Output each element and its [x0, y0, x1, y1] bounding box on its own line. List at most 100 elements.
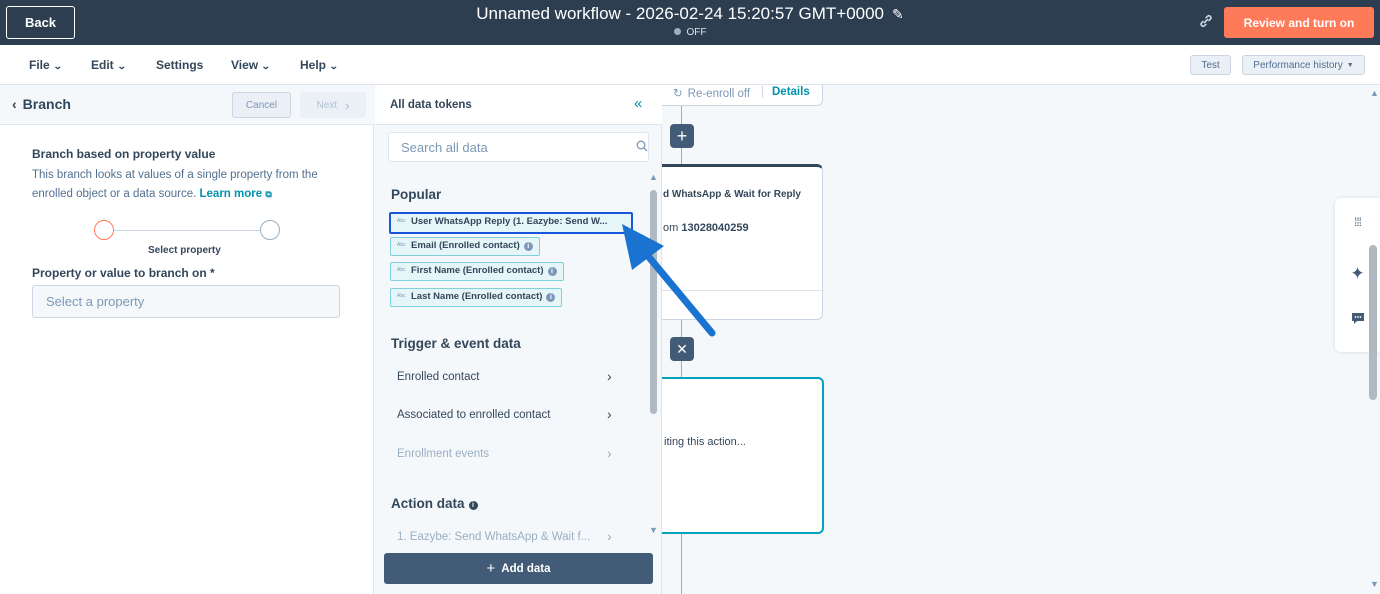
menu-edit[interactable]: Edit ⌄	[91, 58, 127, 72]
step-indicator-inactive	[260, 220, 280, 240]
token-last-name[interactable]: Abc Last Name (Enrolled contact) i	[390, 288, 563, 307]
trigger-item-label: Associated to enrolled contact	[397, 409, 551, 421]
info-icon: i	[523, 242, 533, 251]
cancel-button[interactable]: Cancel	[232, 92, 291, 118]
workflow-title[interactable]: Unnamed workflow - 2026-02-24 15:20:57 G…	[0, 4, 1380, 24]
chevron-down-icon: ⌄	[116, 61, 127, 71]
trigger-heading: Trigger & event data	[391, 336, 521, 351]
scroll-down-icon[interactable]: ▼	[649, 525, 658, 535]
scroll-down-icon[interactable]: ▼	[1370, 579, 1379, 589]
search-placeholder: Search all data	[401, 140, 488, 155]
canvas-scrollbar[interactable]: ▲ ▼	[1367, 85, 1380, 594]
canvas-scroll-thumb[interactable]	[1369, 245, 1377, 400]
action-item[interactable]: 1. Eazybe: Send WhatsApp & Wait f...	[397, 531, 617, 543]
menu-bar: File ⌄ Edit ⌄ Settings View ⌄ Help ⌄ Test Pe…	[0, 45, 1380, 85]
property-select-placeholder: Select a property	[46, 294, 145, 309]
add-data-label: Add data	[501, 562, 551, 575]
add-data-button[interactable]: + Add data	[384, 553, 653, 584]
tokens-scrollbar[interactable]: ▲ ▼	[649, 172, 658, 538]
chevron-down-icon: ⌄	[261, 61, 271, 71]
collapse-icon[interactable]: «	[634, 95, 642, 112]
branch-back-link[interactable]: ‹ Branch	[12, 96, 71, 112]
chevron-right-icon: ›	[607, 445, 612, 461]
refresh-icon: ↻	[673, 88, 683, 100]
text-type-icon: Abc	[397, 242, 406, 248]
learn-more-label: Learn more	[199, 188, 263, 200]
caret-down-icon: ▼	[1346, 61, 1354, 69]
step-indicator-active	[94, 220, 114, 240]
external-link-icon: ⧉	[265, 189, 272, 199]
token-user-whatsapp-reply[interactable]: Abc User WhatsApp Reply (1. Eazybe: Send …	[389, 212, 633, 234]
token-label: Last Name (Enrolled contact)	[411, 291, 543, 302]
test-button[interactable]: Test	[1190, 55, 1231, 75]
trigger-item-label: Enrollment events	[397, 448, 490, 460]
property-select[interactable]: Select a property	[32, 285, 340, 318]
token-first-name[interactable]: Abc First Name (Enrolled contact) i	[390, 262, 564, 281]
new-action-node[interactable]: iting this action...	[662, 377, 824, 534]
info-icon: i	[468, 501, 478, 510]
add-action-button[interactable]: +	[670, 124, 694, 148]
branch-title: Branch	[22, 96, 71, 112]
search-input[interactable]: Search all data	[388, 132, 649, 162]
learn-more-link[interactable]: Learn more ⧉	[200, 188, 272, 200]
step-connector	[112, 230, 262, 231]
menu-edit-label: Edit	[91, 58, 114, 72]
workflow-canvas[interactable]: ↻ Re-enroll off | Details + d WhatsApp & W…	[662, 85, 1380, 594]
text-type-icon: Abc	[397, 293, 406, 299]
section-description: This branch looks at values of a single …	[32, 166, 352, 204]
section-description-text: This branch looks at values of a single …	[32, 169, 318, 200]
performance-history-button[interactable]: Performance history ▼	[1242, 55, 1365, 75]
link-icon[interactable]	[1198, 13, 1216, 31]
trigger-item-enrolled-contact[interactable]: Enrolled contact	[397, 371, 617, 383]
info-icon: i	[547, 267, 557, 276]
trigger-item-associated[interactable]: Associated to enrolled contact	[397, 409, 617, 421]
menu-help[interactable]: Help ⌄	[300, 58, 339, 72]
token-email[interactable]: Abc Email (Enrolled contact) i	[390, 237, 540, 256]
whatsapp-action-node[interactable]: d WhatsApp & Wait for Reply om 130280402…	[662, 164, 824, 320]
wa-node-from: om 13028040259	[663, 222, 749, 234]
tokens-scroll-thumb[interactable]	[650, 190, 657, 414]
data-tokens-panel: All data tokens « Search all data Popula…	[375, 85, 662, 594]
text-type-icon: Abc	[397, 267, 406, 273]
chevron-right-icon: ›	[345, 97, 350, 113]
action-heading: Action data i	[391, 496, 478, 511]
menu-view[interactable]: View ⌄	[231, 58, 271, 72]
pencil-icon[interactable]: ✎	[892, 6, 904, 23]
action-item-label: 1. Eazybe: Send WhatsApp & Wait f...	[397, 531, 591, 543]
menu-file-label: File	[29, 58, 50, 72]
divider	[662, 290, 824, 291]
menu-settings[interactable]: Settings	[156, 58, 203, 72]
step-label: Select property	[148, 245, 221, 256]
chevron-down-icon: ⌄	[328, 61, 339, 71]
reenroll-status: ↻ Re-enroll off	[673, 86, 750, 100]
tokens-header: All data tokens «	[375, 85, 662, 125]
next-button[interactable]: Next ›	[300, 92, 366, 118]
chevron-right-icon: ›	[607, 368, 612, 384]
scroll-up-icon[interactable]: ▲	[649, 172, 658, 182]
menu-file[interactable]: File ⌄	[29, 58, 63, 72]
chevron-down-icon: ⌄	[52, 61, 63, 71]
branch-panel-header: ‹ Branch Cancel Next ›	[0, 85, 374, 125]
scroll-up-icon[interactable]: ▲	[1370, 88, 1379, 98]
chevron-left-icon: ‹	[12, 96, 17, 112]
info-icon: i	[546, 293, 556, 302]
trigger-node[interactable]: ↻ Re-enroll off | Details	[662, 85, 823, 106]
performance-history-label: Performance history	[1253, 59, 1343, 71]
close-icon[interactable]: ✕	[670, 337, 694, 361]
search-icon	[636, 140, 648, 155]
wa-from-number: 13028040259	[681, 222, 749, 234]
plus-icon: +	[486, 560, 496, 577]
workflow-title-text: Unnamed workflow - 2026-02-24 15:20:57 G…	[476, 4, 885, 23]
property-field-label: Property or value to branch on *	[32, 266, 215, 280]
divider: |	[761, 86, 764, 98]
next-label: Next	[316, 99, 338, 111]
trigger-item-enrollment-events[interactable]: Enrollment events	[397, 448, 617, 460]
top-bar: Back Unnamed workflow - 2026-02-24 15:20…	[0, 0, 1380, 45]
trigger-item-label: Enrolled contact	[397, 371, 480, 383]
chevron-right-icon: ›	[607, 528, 612, 541]
review-and-turn-on-button[interactable]: Review and turn on	[1224, 7, 1374, 38]
popular-heading: Popular	[391, 187, 442, 202]
section-heading: Branch based on property value	[32, 147, 216, 161]
details-link[interactable]: | Details	[761, 86, 810, 98]
menu-settings-label: Settings	[156, 58, 204, 72]
